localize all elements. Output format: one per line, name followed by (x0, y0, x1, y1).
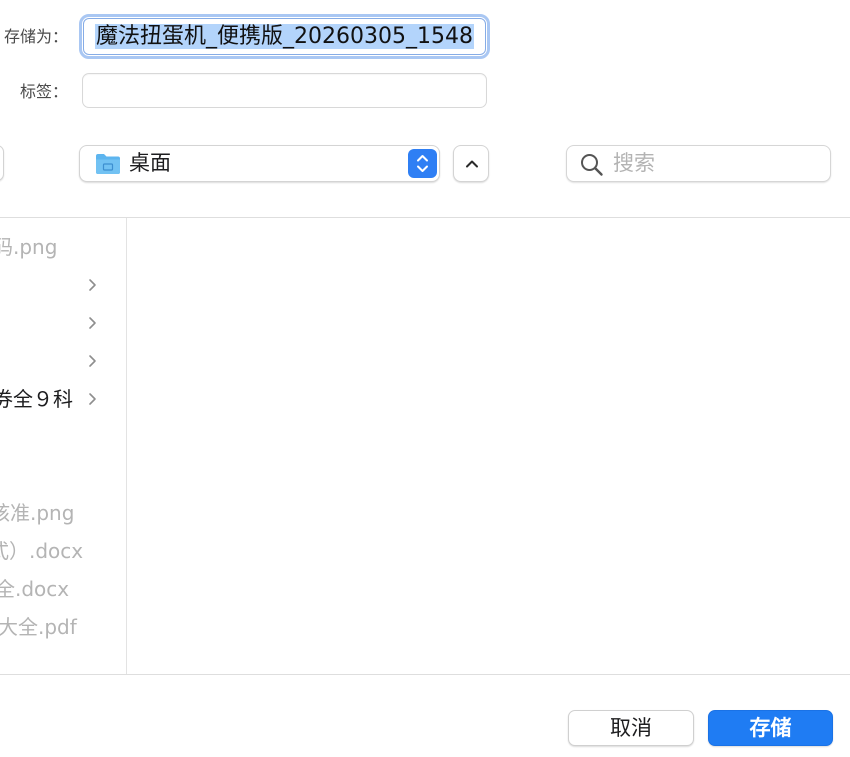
chevron-right-icon (89, 317, 96, 329)
search-placeholder: 搜索 (613, 151, 655, 175)
location-stepper (408, 149, 437, 178)
row-name: 核准.png (0, 501, 75, 525)
chevron-up-down-icon (417, 155, 428, 172)
nav-buttons-clip (0, 144, 6, 184)
file-row: 全.docx (0, 570, 126, 608)
location-popup[interactable]: 桌面 (79, 145, 440, 182)
filename-input[interactable]: 魔法扭蛋机_便携版_20260305_1548 (83, 18, 486, 55)
chevron-right-icon (89, 393, 96, 405)
folder-row[interactable]: 券全９科 (0, 380, 126, 418)
row-name: 码.png (0, 235, 58, 259)
column-divider[interactable] (126, 218, 127, 674)
row-name: 全.docx (0, 577, 70, 601)
filename-selected-text: 魔法扭蛋机_便携版_20260305_1548 (95, 24, 474, 49)
folder-icon (96, 154, 120, 174)
search-field[interactable]: 搜索 (566, 145, 831, 182)
file-row: 式）.docx (0, 532, 126, 570)
top-divider (0, 217, 850, 218)
save-as-label: 存储为： (3, 27, 68, 46)
back-forward-button[interactable] (0, 145, 4, 181)
tags-label: 标签： (19, 82, 68, 101)
chevron-right-icon (89, 355, 96, 367)
file-row: 大全.pdf (0, 608, 126, 646)
row-name: 券全９科 (0, 387, 73, 411)
file-row (0, 418, 126, 456)
search-icon (581, 154, 603, 176)
bottom-divider (0, 674, 850, 675)
chevron-right-icon (89, 279, 96, 291)
folder-row[interactable] (0, 304, 126, 342)
file-row: 码.png (0, 228, 126, 266)
folder-row[interactable] (0, 342, 126, 380)
row-name: 大全.pdf (0, 615, 77, 639)
location-text: 桌面 (129, 151, 171, 175)
file-row (0, 456, 126, 494)
folder-row[interactable] (0, 266, 126, 304)
tags-input[interactable] (82, 73, 487, 108)
file-row: 核准.png (0, 494, 126, 532)
parent-folder-button[interactable] (453, 145, 489, 182)
browser-column[interactable]: 码.png 券全９科核准.png 式）.docx 全.docx 大全.pdf (0, 218, 126, 674)
row-name: 式）.docx (0, 539, 84, 563)
save-button[interactable]: 存储 (708, 710, 833, 746)
chevron-up-icon (466, 160, 478, 168)
cancel-button[interactable]: 取消 (568, 710, 694, 746)
